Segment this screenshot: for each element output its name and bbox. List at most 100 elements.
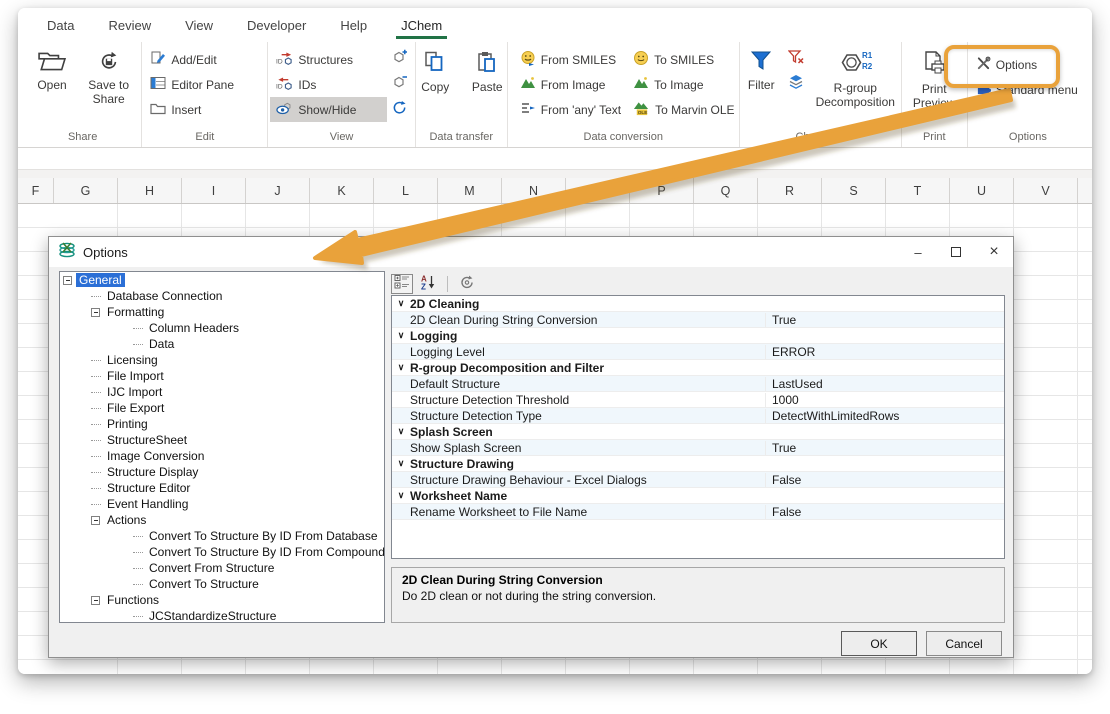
refresh-button[interactable] — [387, 97, 413, 122]
collapse-expander-icon[interactable] — [91, 516, 100, 525]
cancel-button[interactable]: Cancel — [926, 631, 1002, 656]
property-value[interactable]: 1000 — [765, 393, 1004, 407]
property-category-row[interactable]: ∨Structure Drawing — [392, 456, 1004, 472]
ids-button[interactable]: ID IDs — [270, 72, 386, 97]
column-header-u[interactable]: U — [950, 178, 1014, 203]
reset-button[interactable] — [456, 274, 478, 294]
from-smiles-button[interactable]: From SMILES — [514, 47, 627, 72]
collapse-expander-icon[interactable] — [63, 276, 72, 285]
tab-developer[interactable]: Developer — [230, 8, 323, 42]
tree-item-formatting[interactable]: Formatting — [60, 304, 384, 320]
from-image-button[interactable]: From Image — [514, 72, 627, 97]
column-header-o[interactable]: O — [566, 178, 630, 203]
column-header-h[interactable]: H — [118, 178, 182, 203]
structures-button[interactable]: ID Structures — [270, 47, 386, 72]
paste-button[interactable]: Paste — [461, 44, 513, 97]
clear-filter-button[interactable] — [783, 47, 809, 72]
from-any-text-button[interactable]: From 'any' Text — [514, 97, 627, 122]
tree-item[interactable]: File Export — [60, 400, 384, 416]
formula-bar[interactable] — [18, 148, 1092, 170]
property-category-row[interactable]: ∨Logging — [392, 328, 1004, 344]
column-header-i[interactable]: I — [182, 178, 246, 203]
tab-review[interactable]: Review — [91, 8, 168, 42]
tree-item-actions[interactable]: Actions — [60, 512, 384, 528]
property-row[interactable]: Structure Detection TypeDetectWithLimite… — [392, 408, 1004, 424]
property-value[interactable]: ERROR — [765, 345, 1004, 359]
overlap-structures-button[interactable] — [783, 72, 809, 97]
property-row[interactable]: 2D Clean During String ConversionTrue — [392, 312, 1004, 328]
property-row[interactable]: Structure Drawing Behaviour - Excel Dial… — [392, 472, 1004, 488]
column-header-k[interactable]: K — [310, 178, 374, 203]
chevron-down-icon[interactable]: ∨ — [392, 362, 410, 373]
tree-item[interactable]: Column Headers — [60, 320, 384, 336]
tree-item-functions[interactable]: Functions — [60, 592, 384, 608]
column-header-f[interactable]: F — [18, 178, 54, 203]
column-header-s[interactable]: S — [822, 178, 886, 203]
property-value[interactable]: True — [765, 441, 1004, 455]
column-header-n[interactable]: N — [502, 178, 566, 203]
tree-item[interactable]: Database Connection — [60, 288, 384, 304]
maximize-button[interactable] — [937, 237, 975, 267]
categorized-view-button[interactable] — [391, 274, 413, 294]
tab-view[interactable]: View — [168, 8, 230, 42]
property-category-row[interactable]: ∨2D Cleaning — [392, 296, 1004, 312]
tree-item[interactable]: IJC Import — [60, 384, 384, 400]
tree-item[interactable]: StructureSheet — [60, 432, 384, 448]
property-row[interactable]: Logging LevelERROR — [392, 344, 1004, 360]
chevron-down-icon[interactable]: ∨ — [392, 458, 410, 469]
to-marvin-ole-button[interactable]: OLE To Marvin OLE — [627, 97, 740, 122]
column-header-q[interactable]: Q — [694, 178, 758, 203]
tree-item[interactable]: Structure Editor — [60, 480, 384, 496]
to-smiles-button[interactable]: To SMILES — [627, 47, 740, 72]
column-header-j[interactable]: J — [246, 178, 310, 203]
tree-item-general[interactable]: General — [60, 272, 384, 288]
property-row[interactable]: Rename Worksheet to File NameFalse — [392, 504, 1004, 520]
tab-jchem[interactable]: JChem — [384, 8, 459, 42]
tree-item[interactable]: Structure Display — [60, 464, 384, 480]
show-hide-button[interactable]: Show/Hide — [270, 97, 386, 122]
copy-button[interactable]: Copy — [409, 44, 461, 97]
chevron-down-icon[interactable]: ∨ — [392, 330, 410, 341]
column-header-v[interactable]: V — [1014, 178, 1078, 203]
tree-item[interactable]: JCStandardizeStructure — [60, 608, 384, 623]
column-header-r[interactable]: R — [758, 178, 822, 203]
column-header-p[interactable]: P — [630, 178, 694, 203]
property-category-row[interactable]: ∨Splash Screen — [392, 424, 1004, 440]
chevron-down-icon[interactable]: ∨ — [392, 298, 410, 309]
property-row[interactable]: Show Splash ScreenTrue — [392, 440, 1004, 456]
column-header-g[interactable]: G — [54, 178, 118, 203]
tree-item[interactable]: Convert To Structure — [60, 576, 384, 592]
filter-button[interactable]: Filter — [739, 44, 783, 95]
ok-button[interactable]: OK — [841, 631, 917, 656]
tree-item[interactable]: Image Conversion — [60, 448, 384, 464]
collapse-expander-icon[interactable] — [91, 308, 100, 317]
tree-item[interactable]: Convert To Structure By ID From Compound… — [60, 544, 384, 560]
to-image-button[interactable]: To Image — [627, 72, 740, 97]
property-value[interactable]: DetectWithLimitedRows — [765, 409, 1004, 423]
tree-item[interactable]: Event Handling — [60, 496, 384, 512]
tree-item[interactable]: File Import — [60, 368, 384, 384]
chevron-down-icon[interactable]: ∨ — [392, 490, 410, 501]
tree-item[interactable]: Convert From Structure — [60, 560, 384, 576]
save-to-share-button[interactable]: Save to Share — [78, 44, 139, 108]
property-category-row[interactable]: ∨R-group Decomposition and Filter — [392, 360, 1004, 376]
tree-item[interactable]: Convert To Structure By ID From Database — [60, 528, 384, 544]
tree-item[interactable]: Printing — [60, 416, 384, 432]
column-header-l[interactable]: L — [374, 178, 438, 203]
chevron-down-icon[interactable]: ∨ — [392, 426, 410, 437]
property-row[interactable]: Structure Detection Threshold1000 — [392, 392, 1004, 408]
rgroup-decomposition-button[interactable]: R1R2 R-group Decomposition — [809, 44, 901, 111]
column-header-t[interactable]: T — [886, 178, 950, 203]
tab-data[interactable]: Data — [30, 8, 91, 42]
minimize-button[interactable]: – — [899, 237, 937, 267]
property-row[interactable]: Default StructureLastUsed — [392, 376, 1004, 392]
property-value[interactable]: False — [765, 473, 1004, 487]
close-button[interactable]: × — [975, 237, 1013, 267]
insert-button[interactable]: Insert — [144, 97, 240, 122]
tab-help[interactable]: Help — [323, 8, 384, 42]
add-edit-button[interactable]: Add/Edit — [144, 47, 240, 72]
property-value[interactable]: LastUsed — [765, 377, 1004, 391]
property-value[interactable]: True — [765, 313, 1004, 327]
collapse-expander-icon[interactable] — [91, 596, 100, 605]
alphabetical-sort-button[interactable]: AZ — [417, 274, 439, 294]
